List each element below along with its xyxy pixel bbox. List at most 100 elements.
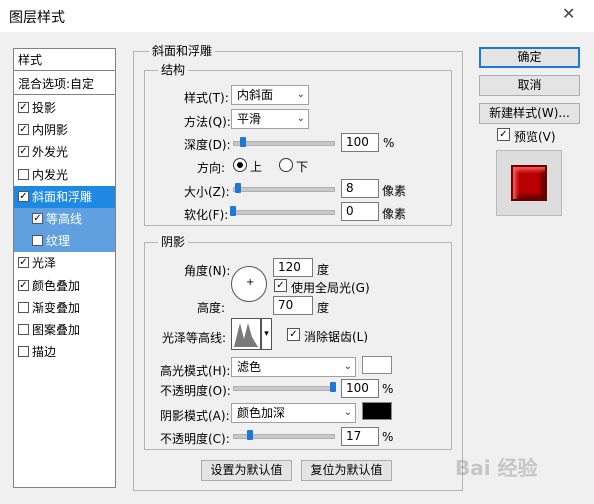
style-item-checkbox[interactable] — [18, 346, 29, 358]
highlight-opacity-input[interactable]: 100 — [341, 379, 379, 398]
style-item-checkbox[interactable]: ✓ — [18, 102, 29, 113]
direction-up-radio[interactable] — [233, 158, 247, 172]
size-label: 大小(Z): — [184, 185, 230, 199]
depth-label: 深度(D): — [184, 138, 231, 152]
cancel-button[interactable]: 取消 — [479, 75, 580, 96]
styles-header[interactable]: 样式 — [14, 49, 115, 71]
style-item[interactable]: ✓ 外发光 — [14, 141, 115, 163]
style-item[interactable]: ✓ 投影 — [14, 97, 115, 119]
style-item-checkbox[interactable] — [18, 301, 29, 313]
direction-down-radio[interactable] — [279, 158, 293, 172]
size-unit: 像素 — [382, 184, 407, 198]
style-item-checkbox[interactable] — [18, 324, 29, 335]
shadow-mode-select[interactable]: 颜色加深 ⌄ — [231, 403, 356, 423]
style-item-checkbox[interactable]: ✓ — [18, 190, 29, 202]
style-item-label: 内发光 — [32, 167, 69, 182]
style-item[interactable]: 图案叠加 — [14, 319, 115, 341]
style-item-checkbox[interactable]: ✓ — [18, 146, 29, 158]
preview-swatch — [511, 165, 547, 201]
antialias-checkbox[interactable]: ✓ — [287, 328, 303, 342]
highlight-color-swatch[interactable] — [362, 356, 392, 374]
style-item[interactable]: 纹理 — [14, 230, 115, 253]
depth-slider[interactable] — [233, 141, 335, 146]
highlight-mode-select[interactable]: 滤色 ⌄ — [231, 357, 356, 377]
contour-curve-icon — [234, 323, 258, 347]
style-label: 样式(T): — [184, 91, 229, 105]
soften-slider[interactable] — [233, 210, 335, 215]
styles-list: 样式 混合选项:自定 ✓ 投影 ✓ 内阴影 ✓ 外发光 内发光 ✓ 斜面和浮雕 ✓ 等高线 纹理 ✓ 光泽… — [13, 48, 116, 488]
shadow-opacity-unit: % — [382, 430, 394, 444]
style-item-label: 内阴影 — [32, 123, 69, 138]
shadow-opacity-thumb[interactable] — [247, 430, 253, 440]
technique-select[interactable]: 平滑 ⌄ — [231, 109, 309, 129]
global-light-checkbox[interactable]: ✓ — [274, 279, 290, 293]
style-item-checkbox[interactable]: ✓ — [18, 257, 29, 269]
depth-input[interactable]: 100 — [341, 133, 379, 152]
style-item-label: 渐变叠加 — [32, 300, 81, 315]
window-title: 图层样式 — [9, 10, 65, 26]
new-style-button[interactable]: 新建样式(W)... — [479, 103, 580, 124]
title-bar — [0, 0, 594, 32]
highlight-opacity-unit: % — [382, 382, 394, 396]
depth-unit: % — [383, 136, 395, 150]
ok-button[interactable]: 确定 — [479, 47, 580, 68]
shadow-mode-label: 阴影模式(A): — [160, 409, 230, 423]
depth-slider-thumb[interactable] — [240, 137, 246, 147]
preview-checkbox[interactable]: ✓ — [497, 128, 513, 142]
shading-title: 阴影 — [158, 233, 189, 250]
style-item[interactable]: 描边 — [14, 341, 115, 363]
style-item[interactable]: ✓ 颜色叠加 — [14, 275, 115, 297]
blending-options-item[interactable]: 混合选项:自定 — [14, 73, 115, 95]
style-item-checkbox[interactable]: ✓ — [18, 124, 29, 136]
altitude-unit: 度 — [317, 301, 330, 315]
direction-label: 方向: — [197, 161, 226, 175]
size-input[interactable]: 8 — [341, 179, 379, 198]
soften-slider-thumb[interactable] — [230, 206, 236, 216]
style-item[interactable]: ✓ 光泽 — [14, 252, 115, 274]
style-item[interactable]: ✓ 斜面和浮雕 — [14, 185, 115, 208]
direction-up-label: 上 — [250, 160, 263, 174]
make-default-button[interactable]: 设置为默认值 — [201, 460, 292, 481]
style-item-label: 图案叠加 — [32, 323, 81, 337]
style-item-checkbox[interactable] — [18, 168, 29, 180]
shadow-color-swatch[interactable] — [362, 402, 392, 420]
style-item-label: 投影 — [32, 101, 57, 115]
technique-label: 方法(Q): — [184, 115, 231, 129]
style-item[interactable]: ✓ 内阴影 — [14, 119, 115, 141]
angle-unit: 度 — [317, 263, 330, 277]
style-item[interactable]: 内发光 — [14, 164, 115, 186]
style-item-checkbox[interactable] — [32, 235, 43, 247]
antialias-label: 消除锯齿(L) — [304, 330, 369, 344]
watermark-text: Bai 经验 — [455, 456, 538, 480]
gloss-contour-picker[interactable] — [231, 318, 261, 350]
style-item-checkbox[interactable]: ✓ — [32, 213, 43, 224]
close-icon[interactable]: ✕ — [562, 4, 575, 23]
style-item-label: 斜面和浮雕 — [32, 189, 93, 204]
shadow-opacity-label: 不透明度(C): — [160, 432, 230, 446]
highlight-mode-label: 高光模式(H): — [160, 364, 231, 378]
style-item-label: 纹理 — [46, 234, 71, 249]
style-item-label: 等高线 — [46, 212, 83, 226]
altitude-label: 高度: — [197, 301, 226, 315]
chevron-down-icon: ⌄ — [296, 89, 305, 100]
angle-input[interactable]: 120 — [273, 258, 313, 277]
style-item-label: 颜色叠加 — [32, 278, 81, 293]
style-item-checkbox[interactable]: ✓ — [18, 279, 29, 291]
highlight-opacity-thumb[interactable] — [330, 382, 336, 392]
highlight-opacity-slider[interactable] — [233, 386, 335, 391]
altitude-input[interactable]: 70 — [273, 296, 313, 315]
chevron-down-icon: ⌄ — [343, 361, 352, 372]
chevron-down-icon[interactable]: ▾ — [261, 318, 272, 350]
gloss-contour-label: 光泽等高线: — [162, 331, 227, 345]
size-slider-thumb[interactable] — [235, 183, 241, 193]
style-item-label: 光泽 — [32, 256, 57, 271]
reset-default-button[interactable]: 复位为默认值 — [301, 460, 392, 481]
soften-input[interactable]: 0 — [341, 202, 379, 221]
shadow-opacity-input[interactable]: 17 — [341, 427, 379, 446]
angle-dial[interactable]: + — [231, 266, 267, 302]
structure-title: 结构 — [158, 61, 189, 78]
style-select[interactable]: 内斜面 ⌄ — [231, 85, 309, 105]
style-item[interactable]: ✓ 等高线 — [14, 208, 115, 230]
size-slider[interactable] — [233, 187, 335, 192]
style-item[interactable]: 渐变叠加 — [14, 297, 115, 319]
